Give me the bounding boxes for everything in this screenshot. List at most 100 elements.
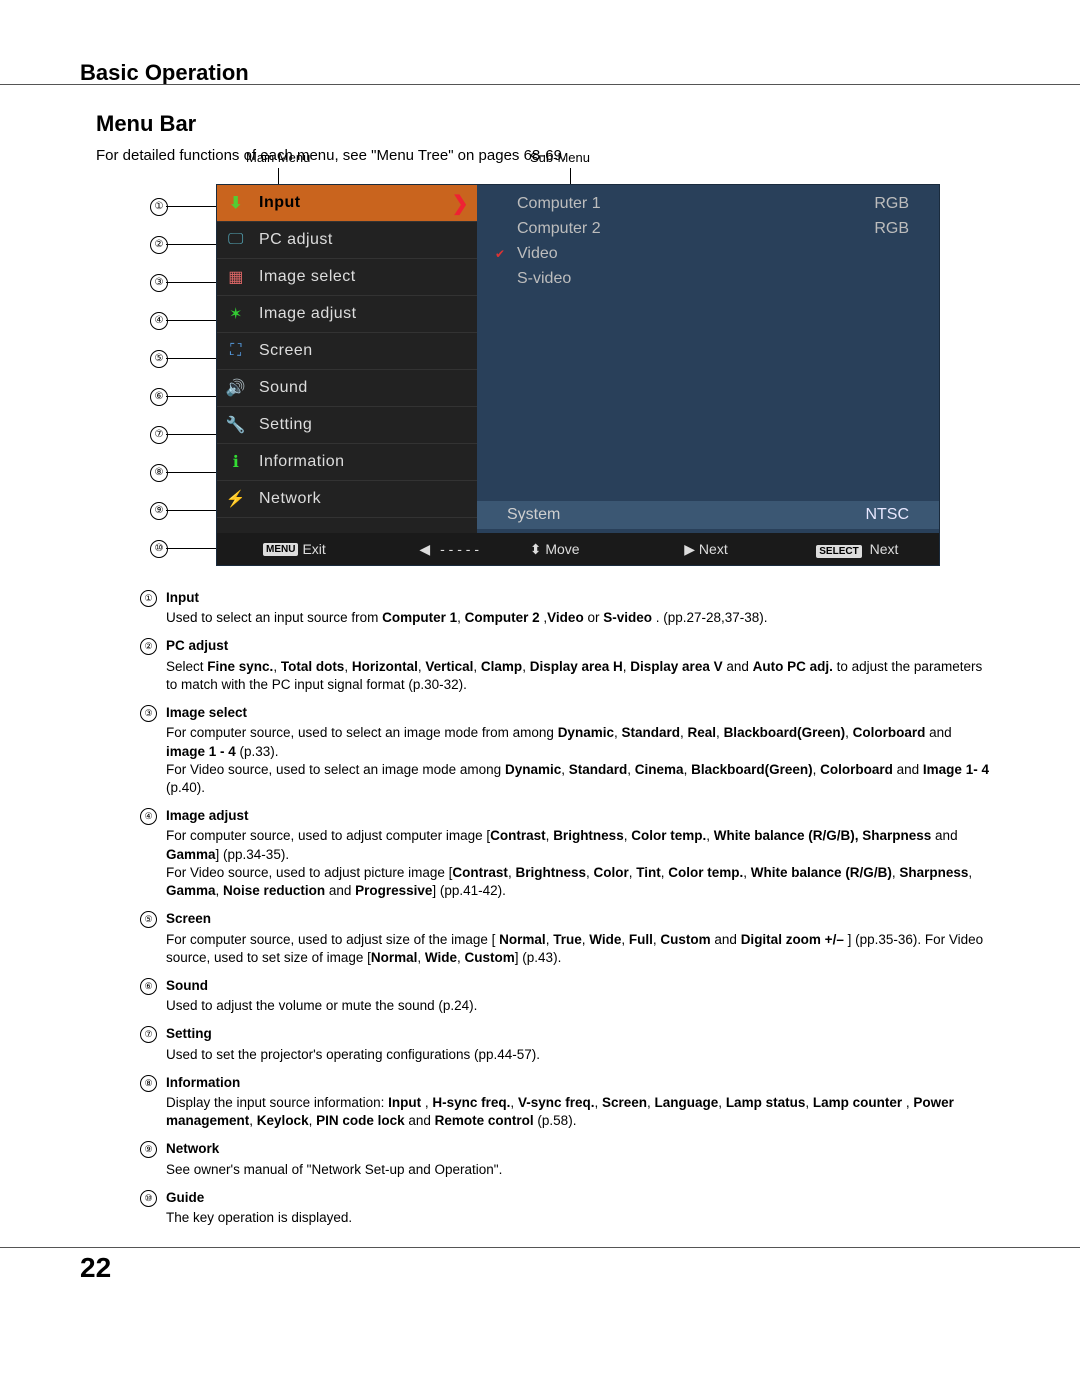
submenu-computer2-label: Computer 2 [517,220,601,238]
image-adjust-icon: ✶ [223,303,249,325]
menu-screen[interactable]: ⛶ Screen [217,333,477,370]
desc-num: ⑩ [140,1190,157,1207]
desc-title: Image adjust [166,807,990,825]
description-item: ①InputUsed to select an input source fro… [140,589,990,627]
image-select-icon: ▦ [223,266,249,288]
description-item: ⑤ Screen For computer source, used to adju… [140,910,990,967]
description-item: ⑥ Sound Used to adjust the volume or mute … [140,977,990,1015]
chevron-right-icon: ❯ [452,191,469,216]
footer-next2[interactable]: Next [870,541,899,557]
submenu-system-label: System [507,506,560,524]
description-item: ⑦SettingUsed to set the projector's oper… [140,1025,990,1063]
desc-num: ⑤ [140,911,157,928]
menu-badge: MENU [263,543,298,556]
submenu-computer1-label: Computer 1 [517,195,601,213]
submenu-video[interactable]: Video [477,241,939,266]
screen-icon: ⛶ [223,340,249,362]
submenu-system-value: NTSC [865,506,909,524]
select-badge: SELECT [816,545,861,558]
menu-setting-label: Setting [259,416,312,434]
submenu-computer1-value: RGB [874,195,909,213]
desc-body: Used to adjust the volume or mute the so… [166,998,477,1013]
footer-dashes: - - - - - [440,541,479,557]
label-sub-menu-line [570,168,571,184]
label-main-menu-line [278,168,279,184]
label-main-menu: Main Menu [246,150,310,165]
pc-adjust-icon: 🖵 [223,229,249,251]
desc-num: ② [140,638,157,655]
description-item: ⑧InformationDisplay the input source inf… [140,1074,990,1131]
callout-5: ⑤ [150,350,168,368]
desc-body: For computer source, used to adjust size… [166,932,983,965]
top-rule [0,84,1080,85]
menu-pc-adjust-label: PC adjust [259,231,333,249]
footer-next[interactable]: Next [699,541,728,557]
description-item: ⑩GuideThe key operation is displayed. [140,1189,990,1227]
desc-body: Select Fine sync., Total dots, Horizonta… [166,659,982,692]
menu-image-adjust[interactable]: ✶ Image adjust [217,296,477,333]
label-sub-menu: Sub-Menu [530,150,590,165]
submenu-video-label: Video [517,245,558,263]
description-item: ③ Image select For computer source, used t… [140,704,990,797]
menu-image-select[interactable]: ▦ Image select [217,259,477,296]
desc-body: See owner's manual of "Network Set-up an… [166,1162,502,1177]
description-item: ④Image adjustFor computer source, used t… [140,807,990,900]
desc-title: Sound [166,977,990,995]
menu-diagram: Main Menu Sub-Menu ① ② ③ ④ ⑤ ⑥ ⑦ ⑧ ⑨ ⑩ ⬇… [150,184,940,579]
subsection-title: Menu Bar [96,111,1030,137]
desc-num: ③ [140,705,157,722]
desc-title: PC adjust [166,637,990,655]
sound-icon: 🔊 [223,377,249,399]
footer-left-arrow: ◀ [419,541,430,558]
desc-title: Screen [166,910,990,928]
menu-image-select-label: Image select [259,268,356,286]
menu-screen-label: Screen [259,342,313,360]
callout-6: ⑥ [150,388,168,406]
menu-input-label: Input [259,194,301,212]
desc-title: Image select [166,704,990,722]
desc-num: ⑦ [140,1026,157,1043]
description-item: ② PC adjust Select Fine sync., Total dots,… [140,637,990,694]
desc-body: Display the input source information: In… [166,1095,954,1128]
input-icon: ⬇ [223,192,249,214]
callout-10: ⑩ [150,540,168,558]
menu-information-label: Information [259,453,345,471]
description-item: ⑨NetworkSee owner's manual of "Network S… [140,1140,990,1178]
osd-sub-menu: Computer 1 RGB Computer 2 RGB Video S-vi… [477,185,939,565]
desc-num: ⑧ [140,1075,157,1092]
menu-network-label: Network [259,490,321,508]
submenu-system[interactable]: System NTSC [477,501,939,529]
menu-image-adjust-label: Image adjust [259,305,357,323]
submenu-svideo[interactable]: S-video [477,266,939,291]
desc-title: Input [166,589,990,607]
menu-pc-adjust[interactable]: 🖵 PC adjust [217,222,477,259]
menu-setting[interactable]: 🔧 Setting [217,407,477,444]
callout-8: ⑧ [150,464,168,482]
osd-window: ⬇ Input ❯ 🖵 PC adjust ▦ Image select ✶ I… [216,184,940,566]
desc-title: Setting [166,1025,990,1043]
desc-body: Used to select an input source from Comp… [166,610,768,625]
menu-network[interactable]: ⚡ Network [217,481,477,518]
callout-9: ⑨ [150,502,168,520]
callout-2: ② [150,236,168,254]
menu-sound[interactable]: 🔊 Sound [217,370,477,407]
network-icon: ⚡ [223,488,249,510]
callout-3: ③ [150,274,168,292]
desc-body: For computer source, used to adjust comp… [166,828,972,898]
desc-num: ⑥ [140,978,157,995]
footer-exit[interactable]: Exit [302,541,325,557]
menu-input[interactable]: ⬇ Input ❯ [217,185,477,222]
submenu-computer2[interactable]: Computer 2 RGB [477,216,939,241]
section-title: Basic Operation [80,60,1030,86]
information-icon: ℹ [223,451,249,473]
next-arrow-icon: ▶ [684,541,695,557]
menu-information[interactable]: ℹ Information [217,444,477,481]
menu-sound-label: Sound [259,379,308,397]
desc-body: The key operation is displayed. [166,1210,352,1225]
move-arrow-icon: ⬍ [530,541,542,557]
setting-icon: 🔧 [223,414,249,436]
footer-move[interactable]: Move [545,541,579,557]
submenu-computer1[interactable]: Computer 1 RGB [477,191,939,216]
callout-7: ⑦ [150,426,168,444]
desc-body: For computer source, used to select an i… [166,725,989,795]
